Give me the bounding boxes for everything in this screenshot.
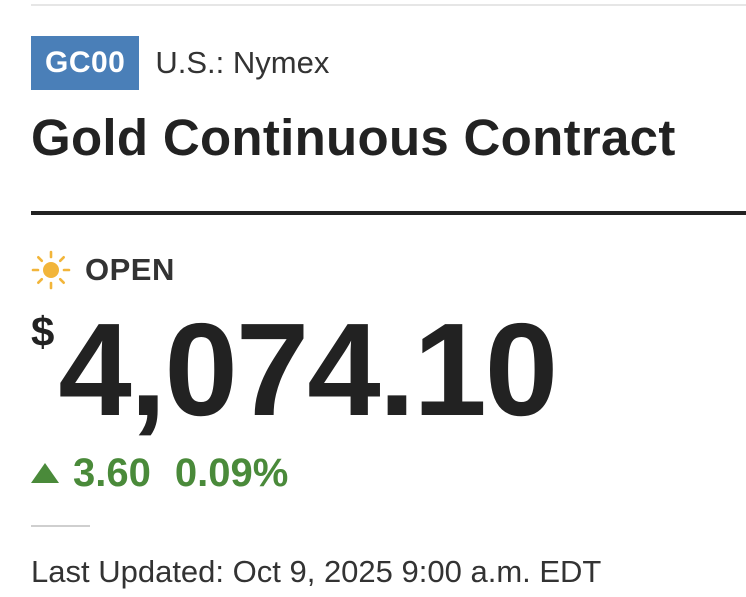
- instrument-title: Gold Continuous Contract: [31, 109, 676, 166]
- ticker-row: GC00 U.S.: Nymex: [31, 36, 329, 90]
- footer-divider: [31, 525, 90, 527]
- change-value: 3.60: [73, 450, 151, 495]
- exchange-label: U.S.: Nymex: [155, 45, 330, 80]
- title-divider: [31, 211, 746, 215]
- currency-symbol: $: [31, 308, 55, 355]
- price-change: 3.60 0.09%: [31, 450, 288, 496]
- last-price: 4,074.10: [58, 296, 558, 443]
- ticker-badge[interactable]: GC00: [31, 36, 140, 90]
- price-display: $ 4,074.10: [31, 296, 558, 443]
- top-divider: [31, 4, 746, 6]
- market-status-label: OPEN: [85, 252, 175, 287]
- change-percent: 0.09%: [174, 450, 289, 495]
- sun-icon: [31, 250, 71, 290]
- last-updated: Last Updated: Oct 9, 2025 9:00 a.m. EDT: [31, 554, 602, 589]
- market-status: OPEN: [31, 250, 175, 290]
- up-triangle-icon: [31, 463, 59, 483]
